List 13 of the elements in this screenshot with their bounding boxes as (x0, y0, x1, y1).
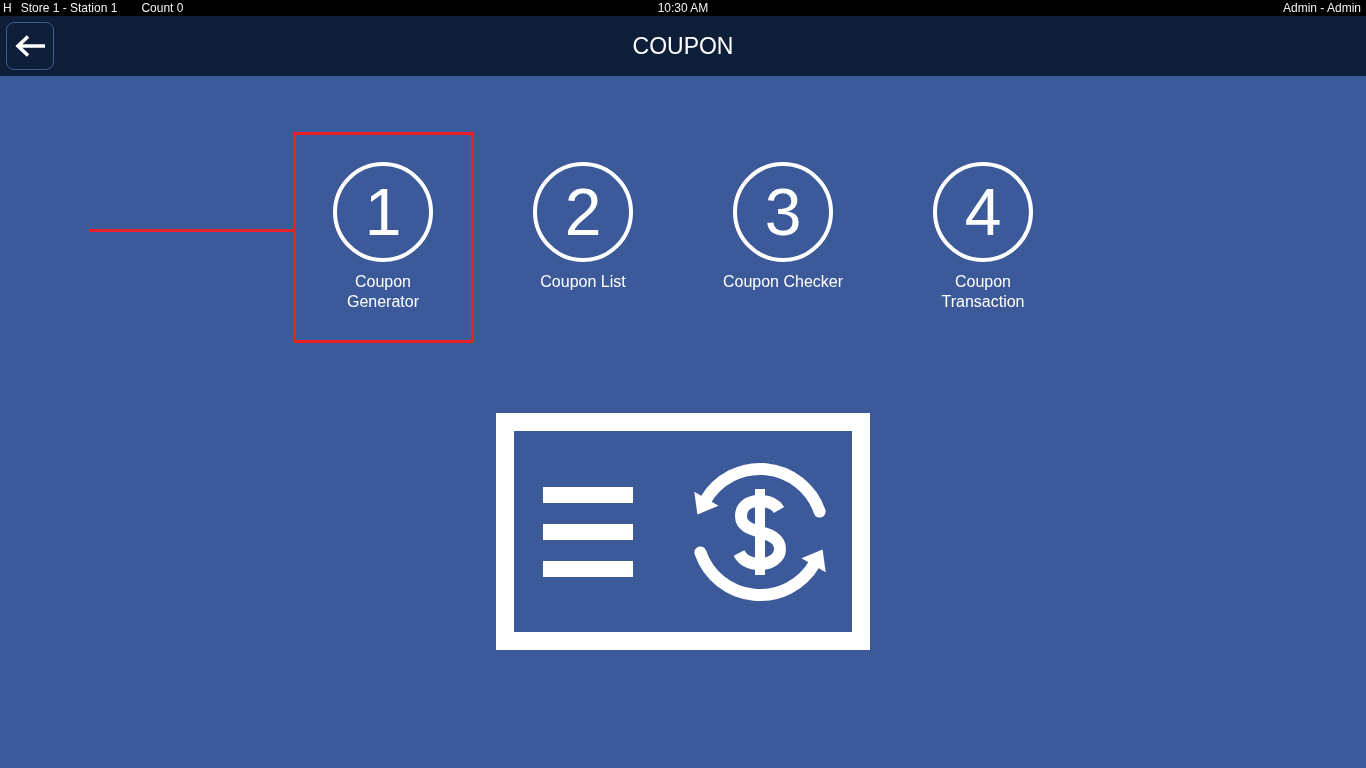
dollar-exchange-card-icon (496, 413, 870, 650)
user-label: Admin - Admin (1282, 0, 1361, 16)
page-title: COUPON (632, 32, 734, 60)
menu-option[interactable]: 4 Coupon Transaction (921, 162, 1045, 312)
count-label: Count 0 (141, 0, 184, 16)
menu-option[interactable]: 2 Coupon List (533, 162, 633, 292)
station-label: Store 1 - Station 1 (20, 0, 118, 16)
back-button[interactable] (6, 22, 54, 70)
clock-time: 10:30 AM (657, 0, 709, 16)
arrow-left-icon (14, 34, 46, 58)
menu-option[interactable]: 3 Coupon Checker (722, 162, 844, 292)
menu-option[interactable]: 1 Coupon Generator (321, 162, 445, 312)
mode-indicator: H (3, 0, 12, 16)
